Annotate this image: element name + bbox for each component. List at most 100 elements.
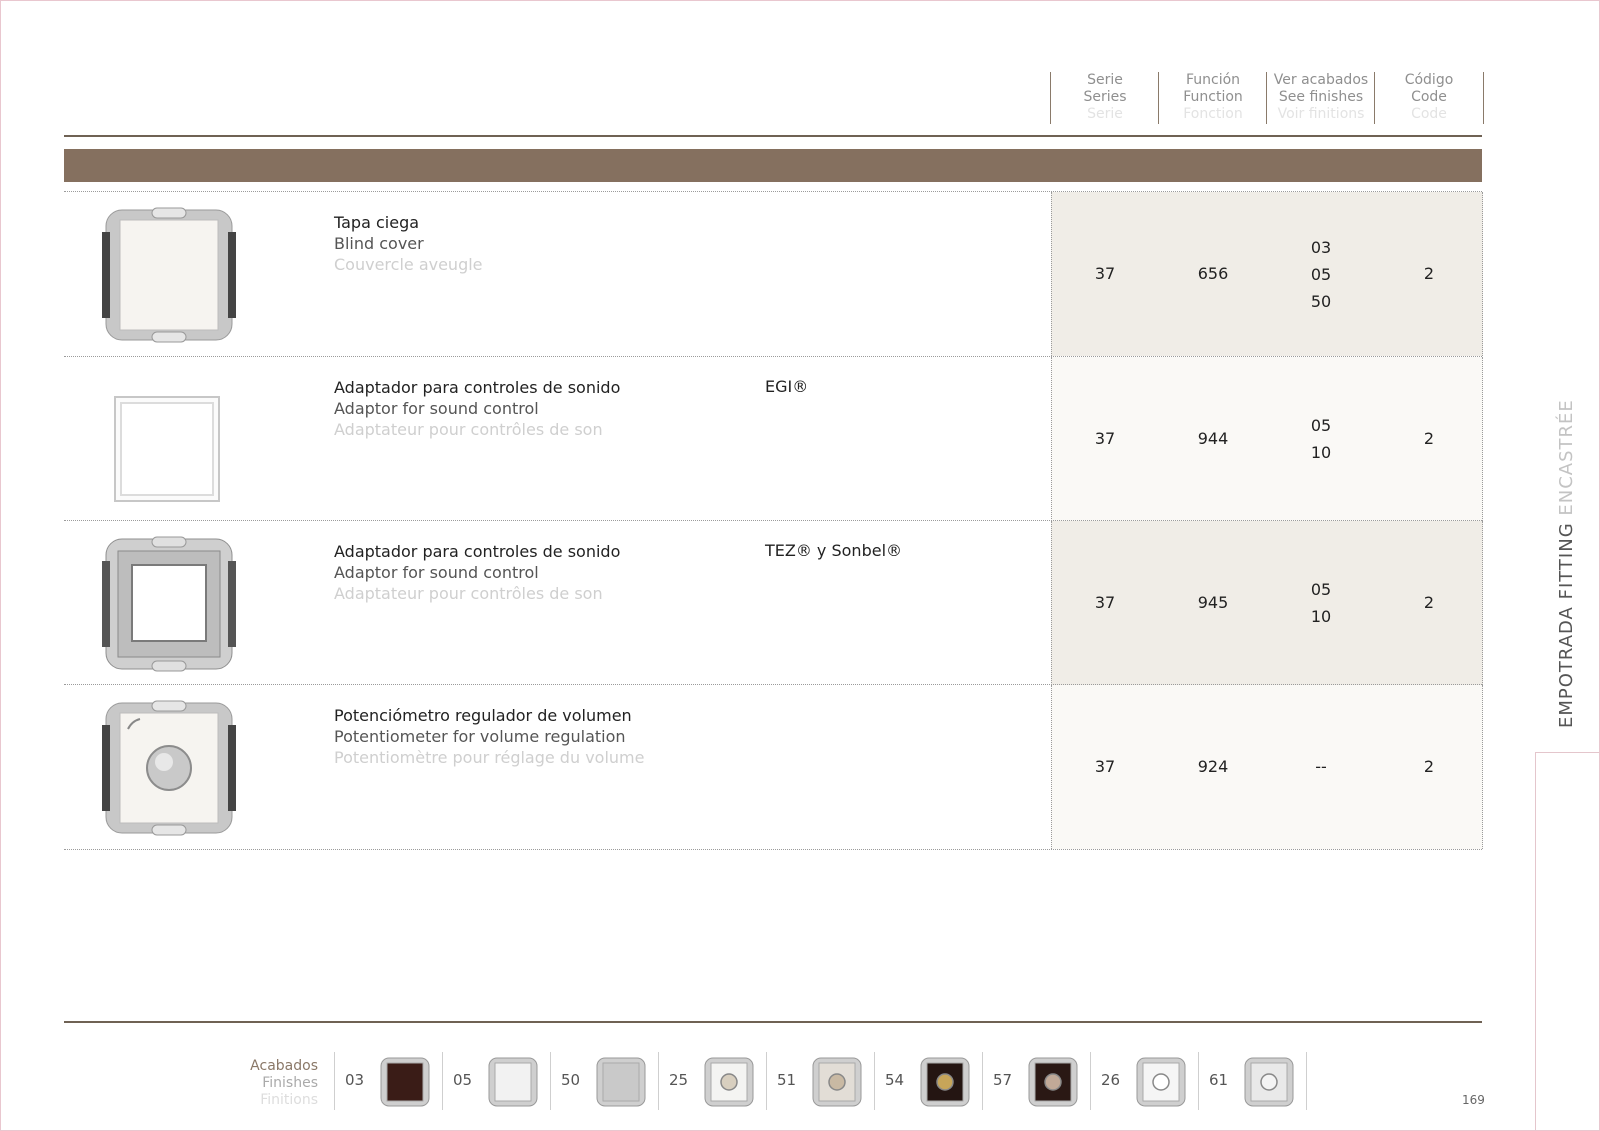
footer-rule	[64, 1021, 1482, 1023]
finish-plate-icon	[920, 1057, 970, 1107]
description-es: Adaptador para controles de sonido	[334, 378, 621, 397]
finish-code-label: 03	[345, 1071, 365, 1089]
funcion-value: 924	[1197, 757, 1229, 776]
product-row-adaptor-tez: Adaptador para controles de sonido Adapt…	[64, 520, 1483, 685]
finishes-label-es: Acabados	[250, 1058, 318, 1074]
finish-plate-icon	[1244, 1057, 1294, 1107]
description-fr: Adaptateur pour contrôles de son	[334, 584, 603, 603]
finish-code-label: 57	[993, 1071, 1013, 1089]
serie-value: 37	[1094, 593, 1116, 612]
description-en: Adaptor for sound control	[334, 563, 539, 582]
header-en: Series	[1083, 89, 1127, 105]
finish-swatch-61: 61	[1198, 1052, 1307, 1110]
finish-code-label: 26	[1101, 1071, 1121, 1089]
finish-plate-icon	[812, 1057, 862, 1107]
description-fr: Adaptateur pour contrôles de son	[334, 420, 603, 439]
column-header-serie: Serie Series Serie	[1050, 72, 1159, 124]
product-description: Tapa ciega Blind cover Couvercle aveugle	[334, 212, 483, 275]
finish-swatch-25: 25	[658, 1052, 767, 1110]
header-fr: Fonction	[1183, 106, 1243, 122]
serie-value: 37	[1094, 757, 1116, 776]
finishes-label-fr: Finitions	[260, 1092, 318, 1108]
side-tab-strong: EMPOTRADA FITTING	[1556, 522, 1577, 728]
finish-swatch-57: 57	[982, 1052, 1091, 1110]
finish-code-label: 54	[885, 1071, 905, 1089]
funcion-value: 656	[1197, 264, 1229, 283]
column-header-codigo: Código Code Code	[1374, 72, 1484, 124]
finish-code: 50	[1310, 292, 1332, 311]
header-en: See finishes	[1278, 89, 1364, 105]
potentiometer-icon	[102, 700, 236, 836]
product-row-blind-cover: Tapa ciega Blind cover Couvercle aveugle…	[64, 191, 1483, 356]
description-es: Adaptador para controles de sonido	[334, 542, 621, 561]
finish-code-label: 61	[1209, 1071, 1229, 1089]
header-fr: Voir finitions	[1277, 106, 1365, 122]
finish-swatch-26: 26	[1090, 1052, 1199, 1110]
finish-swatch-03: 03	[334, 1052, 443, 1110]
finishes-legend-end-divider	[1306, 1052, 1307, 1110]
finish-code-label: 05	[453, 1071, 473, 1089]
finishes-list: 05 10	[1267, 576, 1375, 630]
finish-code-label: 50	[561, 1071, 581, 1089]
finishes-legend-label: Acabados Finishes Finitions	[200, 1058, 318, 1109]
description-fr: Couvercle aveugle	[334, 255, 483, 274]
finish-swatch-51: 51	[766, 1052, 875, 1110]
description-es: Potenciómetro regulador de volumen	[334, 706, 632, 725]
header-es: Código	[1404, 72, 1454, 88]
finish-plate-icon	[704, 1057, 754, 1107]
finish-plate-icon	[380, 1057, 430, 1107]
side-tab-light: ENCASTRÉE	[1556, 399, 1577, 523]
serie-value: 37	[1094, 264, 1116, 283]
header-es: Ver acabados	[1273, 72, 1369, 88]
finish-plate-icon	[1136, 1057, 1186, 1107]
finish-code: 05	[1310, 265, 1332, 284]
header-fr: Code	[1411, 106, 1447, 122]
codigo-value: 2	[1423, 757, 1435, 776]
serie-value: 37	[1094, 429, 1116, 448]
finishes-list: 05 10	[1267, 412, 1375, 466]
side-section-tab: EMPOTRADA FITTING ENCASTRÉE	[1556, 399, 1577, 728]
blind-cover-icon	[102, 207, 236, 343]
product-row-potentiometer: Potenciómetro regulador de volumen Poten…	[64, 684, 1483, 850]
product-description: Adaptador para controles de sonido Adapt…	[334, 377, 620, 440]
product-row-adaptor-egi: Adaptador para controles de sonido Adapt…	[64, 356, 1483, 521]
finish-swatch-05: 05	[442, 1052, 551, 1110]
finish-plate-icon	[1028, 1057, 1078, 1107]
side-tab-vertical-line	[1535, 752, 1536, 1130]
description-en: Adaptor for sound control	[334, 399, 539, 418]
product-description: Potenciómetro regulador de volumen Poten…	[334, 705, 644, 768]
finish-code: 05	[1310, 416, 1332, 435]
funcion-value: 945	[1197, 593, 1229, 612]
finish-code: 10	[1310, 443, 1332, 462]
codigo-value: 2	[1423, 429, 1435, 448]
compatibility-note: EGI®	[765, 377, 809, 396]
description-en: Potentiometer for volume regulation	[334, 727, 626, 746]
finish-plate-icon	[596, 1057, 646, 1107]
finishes-list: 03 05 50	[1267, 234, 1375, 315]
column-header-acabados: Ver acabados See finishes Voir finitions	[1266, 72, 1375, 124]
product-description: Adaptador para controles de sonido Adapt…	[334, 541, 620, 604]
finish-code: 10	[1310, 607, 1332, 626]
header-en: Code	[1411, 89, 1447, 105]
funcion-value: 944	[1197, 429, 1229, 448]
finish-plate-icon	[488, 1057, 538, 1107]
page-number: 169	[1462, 1093, 1485, 1107]
header-es: Función	[1185, 72, 1241, 88]
finish-swatch-54: 54	[874, 1052, 983, 1110]
frame-adaptor-icon	[114, 396, 220, 502]
codigo-value: 2	[1423, 264, 1435, 283]
section-band	[64, 149, 1482, 182]
header-en: Function	[1183, 89, 1243, 105]
finish-code-label: 51	[777, 1071, 797, 1089]
description-fr: Potentiomètre pour réglage du volume	[334, 748, 645, 767]
finishes-label-en: Finishes	[262, 1075, 318, 1091]
codigo-value: 2	[1423, 593, 1435, 612]
finish-swatch-50: 50	[550, 1052, 659, 1110]
finish-code: 05	[1310, 580, 1332, 599]
description-en: Blind cover	[334, 234, 424, 253]
metal-adaptor-icon	[102, 536, 236, 672]
description-es: Tapa ciega	[334, 213, 420, 232]
finish-code: 03	[1310, 238, 1332, 257]
compatibility-note: TEZ® y Sonbel®	[765, 541, 903, 560]
header-es: Serie	[1087, 72, 1123, 88]
